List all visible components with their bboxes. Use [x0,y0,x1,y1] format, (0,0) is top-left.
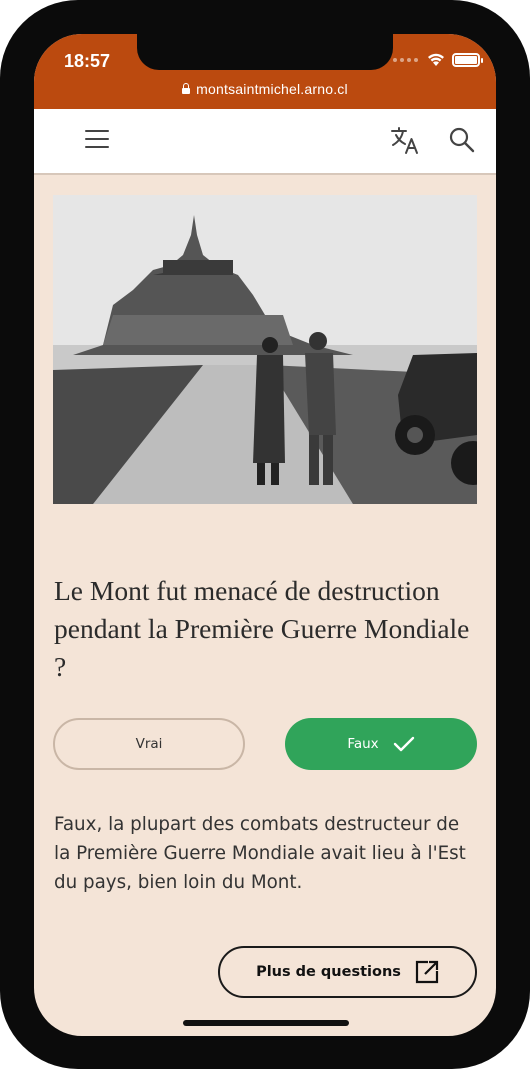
status-time: 18:57 [64,51,111,71]
signal-dots-icon [393,57,418,62]
url-bar[interactable]: montsaintmichel.arno.cl [34,81,496,97]
battery-icon [452,52,483,67]
top-navbar [34,109,496,175]
check-icon [393,736,414,752]
answer-faux-button[interactable]: Faux [285,718,477,770]
answer-vrai-label: Vrai [135,736,163,752]
more-questions-button[interactable]: Plus de questions [218,946,477,998]
home-indicator[interactable] [183,1020,349,1026]
menu-icon[interactable] [85,130,109,148]
answer-explanation: Faux, la plupart des combats destructeur… [54,814,466,893]
historic-photo [53,195,477,504]
status-icons [393,52,483,67]
notch [137,34,393,70]
screen: 18:57 montsaintmichel.arno.cl Le Mont fu… [34,34,496,1036]
quiz-question: Le Mont fut menacé de destruction pendan… [54,575,470,682]
answer-faux-label: Faux [347,736,379,752]
mont-saint-michel-photo [53,195,477,504]
more-questions-label: Plus de questions [256,964,401,980]
wifi-icon [428,53,444,66]
answer-vrai-button[interactable]: Vrai [53,718,245,770]
translate-icon[interactable] [389,124,421,156]
external-link-icon [415,960,439,984]
search-icon[interactable] [448,126,476,154]
lock-icon [182,82,191,94]
url-text: montsaintmichel.arno.cl [196,81,348,97]
phone-frame: 18:57 montsaintmichel.arno.cl Le Mont fu… [0,0,530,1069]
